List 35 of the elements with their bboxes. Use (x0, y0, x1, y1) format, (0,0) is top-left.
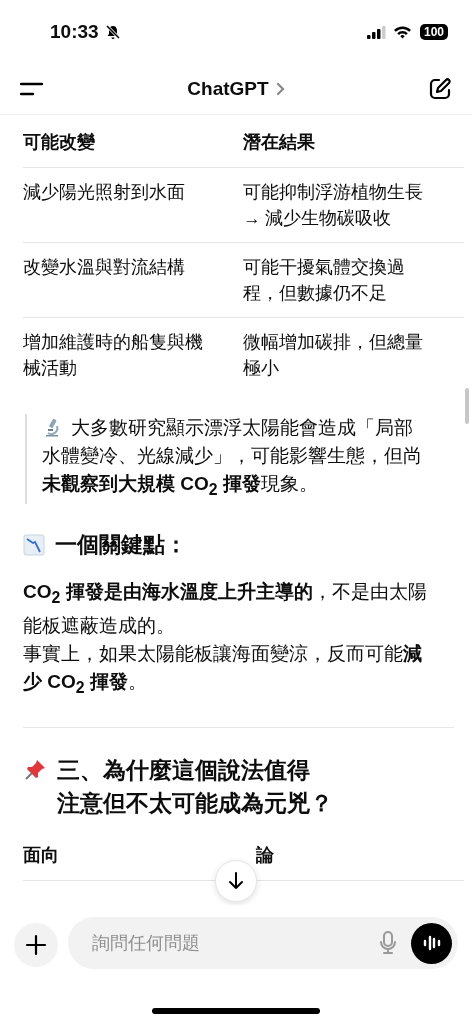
section-heading: 一個關鍵點： (23, 529, 464, 560)
add-button[interactable] (14, 923, 58, 967)
scroll-down-button[interactable] (215, 860, 257, 902)
table-cell-text: 可能干擾氣體交換過程，但數據仍不足 (243, 256, 406, 305)
muted-bell-icon (104, 24, 121, 40)
chevron-right-icon[interactable] (275, 82, 285, 96)
microphone-icon[interactable] (379, 931, 397, 955)
section-heading: 三、為什麼這個說法值得 注意但不太可能成為元兇？ (23, 754, 464, 821)
column-header: 可能改變 (23, 131, 96, 154)
column-header: 面向 (23, 844, 60, 868)
message-input-field[interactable]: 詢問任何問題 (68, 917, 458, 969)
table-cell-text: 可能抑制浮游植物生長 → 減少生物碳吸收 (243, 181, 424, 230)
paragraph: 事實上，如果太陽能板讓海面變涼，反而可能減少 CO$_{2}$ 揮發。 (23, 641, 423, 698)
arrow-down-icon (227, 871, 245, 891)
quote-text: 大多數研究顯示漂浮太陽能會造成「局部水體變冷、光線減少」，可能影響生態，但尚未觀察到大規模 CO$_{2}$ 揮發現象。 (42, 416, 423, 500)
waveform-icon (422, 935, 441, 951)
status-time: 10:33 (50, 21, 99, 43)
signal-icon (366, 25, 387, 39)
column-header: 潛在結果 (243, 131, 316, 154)
chat-title[interactable]: ChatGPT (187, 78, 269, 100)
message-input[interactable]: 詢問任何問題 (90, 931, 365, 955)
wifi-icon (392, 25, 412, 39)
paragraph: CO$_{2}$ 揮發是由海水溫度上升主導的，不是由太陽能板遮蔽造成的。 (23, 579, 428, 638)
table-cell-text: 微幅增加碳排，但總量極小 (243, 331, 424, 380)
table-cell-text: 改變水溫與對流結構 (23, 256, 186, 279)
new-chat-icon[interactable] (428, 77, 452, 101)
battery-level: 100 (419, 24, 448, 40)
chart-decreasing-icon (23, 533, 45, 556)
voice-mode-button[interactable] (411, 922, 452, 964)
table-cell-text: 增加維護時的船隻與機械活動 (23, 331, 204, 380)
table-cell-text: 減少陽光照射到水面 (23, 181, 186, 204)
plus-icon (25, 934, 47, 956)
menu-icon[interactable] (20, 82, 44, 96)
column-header: 論 (255, 844, 275, 868)
scrollbar[interactable] (465, 388, 469, 424)
